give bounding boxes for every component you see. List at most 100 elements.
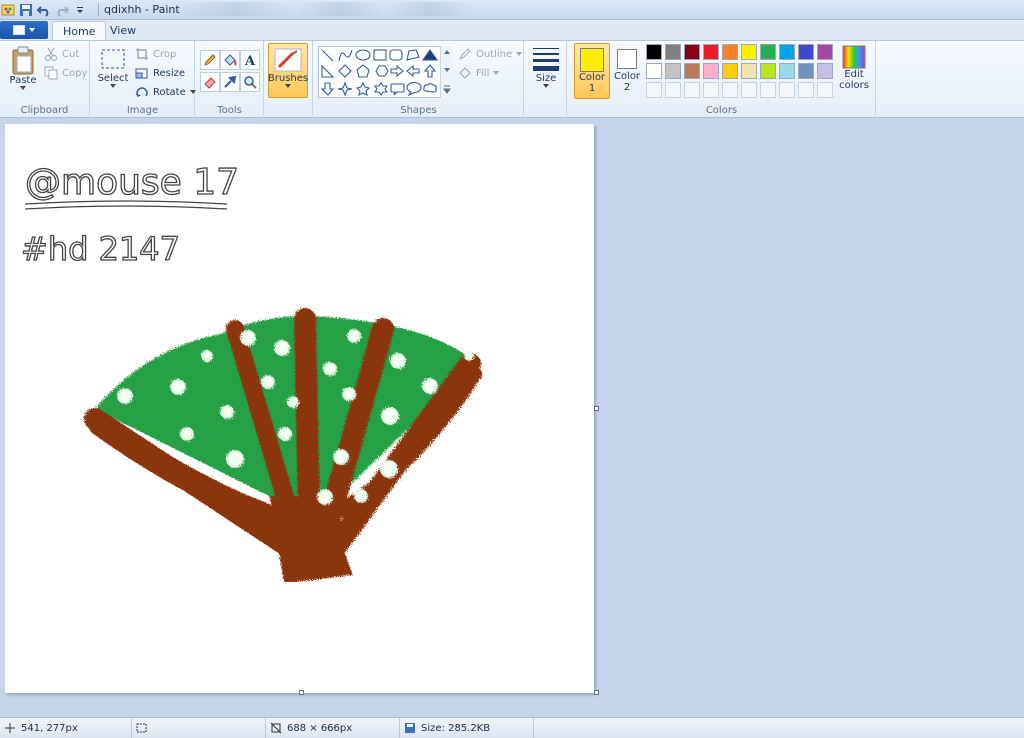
- custom-color-slot[interactable]: [646, 82, 662, 98]
- fill-tool[interactable]: [220, 50, 240, 70]
- palette-swatch[interactable]: [779, 44, 795, 60]
- paint-menu-button[interactable]: [0, 21, 48, 39]
- crosshair-icon: [5, 723, 15, 733]
- rounded-rectangle-shape-icon[interactable]: [389, 49, 403, 61]
- palette-swatch[interactable]: [722, 63, 738, 79]
- resize-button[interactable]: Resize: [135, 65, 185, 81]
- pentagon-shape-icon[interactable]: [356, 64, 370, 78]
- select-button[interactable]: Select: [97, 45, 129, 88]
- rotate-button[interactable]: Rotate: [135, 84, 196, 100]
- custom-color-slot[interactable]: [741, 82, 757, 98]
- magnifier-tool[interactable]: [240, 72, 260, 92]
- save-icon[interactable]: [18, 2, 34, 18]
- custom-color-slot[interactable]: [760, 82, 776, 98]
- palette-swatch[interactable]: [760, 44, 776, 60]
- image-size: 688 × 666px: [287, 722, 353, 734]
- palette-swatch[interactable]: [665, 63, 681, 79]
- palette-swatch[interactable]: [779, 63, 795, 79]
- four-point-star-shape-icon[interactable]: [337, 81, 353, 97]
- outline-button[interactable]: Outline: [458, 46, 523, 62]
- paint-app-icon[interactable]: [0, 2, 16, 18]
- up-arrow-shape-icon[interactable]: [423, 64, 437, 78]
- cut-button[interactable]: Cut: [44, 46, 79, 62]
- palette-swatch[interactable]: [741, 44, 757, 60]
- crop-label: Crop: [153, 48, 177, 60]
- copy-button[interactable]: Copy: [44, 65, 87, 81]
- palette-swatch[interactable]: [703, 63, 719, 79]
- eraser-tool[interactable]: [200, 72, 220, 92]
- tab-home[interactable]: Home: [52, 21, 107, 40]
- hexagon-shape-icon[interactable]: [375, 65, 389, 77]
- rectangle-shape-icon[interactable]: [373, 49, 387, 61]
- resize-handle-corner[interactable]: [594, 690, 599, 695]
- down-arrow-shape-icon[interactable]: [320, 82, 335, 96]
- canvas-workspace[interactable]: @mouse 17 #hd 2147: [0, 118, 1024, 717]
- custom-color-slot[interactable]: [703, 82, 719, 98]
- palette-swatch[interactable]: [684, 63, 700, 79]
- customize-toolbar-icon[interactable]: [72, 2, 88, 18]
- brushes-button[interactable]: Brushes: [268, 43, 308, 98]
- cursor-position: 541, 277px: [21, 722, 78, 734]
- size-button[interactable]: Size: [529, 45, 563, 88]
- undo-icon[interactable]: [36, 2, 52, 18]
- resize-handle-bottom[interactable]: [299, 690, 304, 695]
- redo-icon[interactable]: [54, 2, 70, 18]
- custom-color-slot[interactable]: [722, 82, 738, 98]
- tools-group-label: Tools: [217, 105, 242, 116]
- color1-button[interactable]: Color 1: [574, 43, 610, 99]
- paint-bucket-icon: [224, 54, 237, 66]
- palette-swatch[interactable]: [817, 44, 833, 60]
- palette-swatch[interactable]: [646, 63, 662, 79]
- text-tool[interactable]: A: [240, 50, 260, 70]
- resize-handle-right[interactable]: [594, 406, 599, 411]
- palette-swatch[interactable]: [798, 63, 814, 79]
- custom-color-slot[interactable]: [817, 82, 833, 98]
- fan-drawing: [84, 308, 482, 584]
- curve-shape-icon[interactable]: [338, 49, 353, 62]
- shapes-gallery-scrollbar[interactable]: [440, 46, 452, 98]
- right-arrow-shape-icon[interactable]: [390, 64, 404, 78]
- palette-swatch[interactable]: [646, 44, 662, 60]
- palette-swatch[interactable]: [817, 63, 833, 79]
- pencil-tool[interactable]: [200, 50, 220, 70]
- polygon-shape-icon[interactable]: [406, 49, 420, 61]
- custom-color-slot[interactable]: [684, 82, 700, 98]
- color2-button[interactable]: Color 2: [612, 43, 642, 99]
- palette-swatch[interactable]: [798, 44, 814, 60]
- shapes-group: Outline Fill Shapes: [314, 41, 524, 118]
- rotate-icon: [136, 87, 148, 97]
- five-point-star-shape-icon[interactable]: [355, 81, 371, 97]
- cut-label: Cut: [62, 48, 80, 60]
- left-arrow-shape-icon[interactable]: [406, 64, 420, 78]
- color-picker-tool[interactable]: [220, 72, 240, 92]
- palette-swatch[interactable]: [684, 44, 700, 60]
- paste-button[interactable]: Paste: [8, 45, 38, 90]
- custom-color-slot[interactable]: [779, 82, 795, 98]
- crop-button[interactable]: Crop: [135, 46, 176, 62]
- oval-callout-shape-icon[interactable]: [406, 81, 422, 97]
- palette-swatch[interactable]: [760, 63, 776, 79]
- right-triangle-shape-icon[interactable]: [321, 64, 335, 78]
- resize-label: Resize: [153, 67, 186, 79]
- triangle-fill-shape-icon[interactable]: [421, 49, 439, 61]
- tab-view[interactable]: View: [100, 21, 146, 40]
- pencil-icon: [204, 54, 216, 66]
- palette-swatch[interactable]: [741, 63, 757, 79]
- rounded-callout-shape-icon[interactable]: [390, 83, 405, 96]
- line-shape-icon[interactable]: [321, 49, 334, 62]
- color-palette: [646, 44, 836, 102]
- palette-swatch[interactable]: [722, 44, 738, 60]
- cloud-callout-shape-icon[interactable]: [423, 82, 437, 93]
- six-point-star-shape-icon[interactable]: [373, 82, 389, 96]
- drawing-canvas[interactable]: @mouse 17 #hd 2147: [5, 124, 594, 695]
- palette-swatch[interactable]: [665, 44, 681, 60]
- custom-color-slot[interactable]: [798, 82, 814, 98]
- custom-color-slot[interactable]: [665, 82, 681, 98]
- fill-button[interactable]: Fill: [458, 65, 500, 81]
- oval-shape-icon[interactable]: [355, 49, 371, 61]
- edit-colors-button[interactable]: Edit colors: [836, 45, 872, 91]
- palette-swatch[interactable]: [703, 44, 719, 60]
- file-size-cell: Size: 285.2KB: [400, 718, 534, 738]
- disk-icon: [405, 723, 415, 733]
- diamond-shape-icon[interactable]: [338, 64, 352, 78]
